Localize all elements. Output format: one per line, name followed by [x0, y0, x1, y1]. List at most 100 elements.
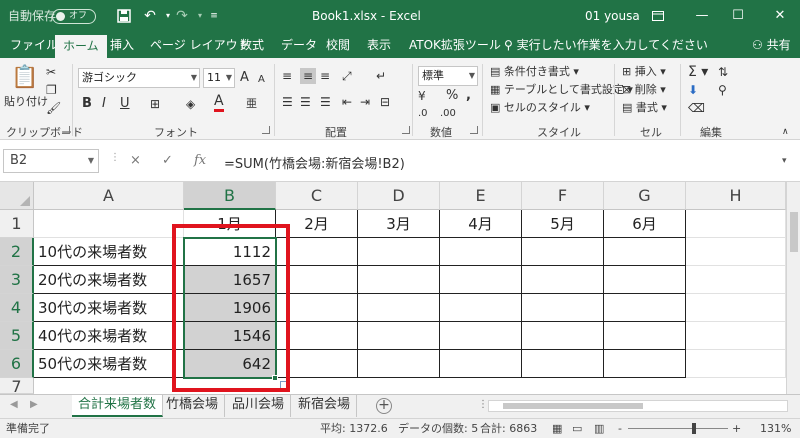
cell-e6[interactable] [440, 350, 522, 378]
indent-decrease-icon[interactable]: ⇤ [342, 94, 352, 110]
italic-button[interactable]: I [102, 96, 106, 112]
cell-b2[interactable]: 1112 [184, 238, 276, 266]
cut-icon[interactable]: ✂ [46, 64, 56, 80]
sheet-tab-takebashi[interactable]: 竹橋会場 [160, 395, 226, 417]
user-name[interactable]: 01 yousa [585, 0, 640, 32]
cell-b6[interactable]: 642 [184, 350, 276, 378]
cell-b5[interactable]: 1546 [184, 322, 276, 350]
cell-f1[interactable]: 5月 [522, 210, 604, 238]
conditional-format-button[interactable]: ▤ 条件付き書式 ▾ [490, 64, 579, 80]
cell-g4[interactable] [604, 294, 686, 322]
decrease-decimal-icon[interactable]: .00 [440, 106, 456, 122]
column-header-a[interactable]: A [34, 182, 184, 210]
undo-icon[interactable]: ↶ [140, 0, 160, 32]
cell-c6[interactable] [276, 350, 358, 378]
font-name-combo[interactable]: 游ゴシック ▼ [78, 68, 200, 88]
cell-c3[interactable] [276, 266, 358, 294]
row-header-4[interactable]: 4 [0, 294, 34, 322]
cell-d1[interactable]: 3月 [358, 210, 440, 238]
ribbon-options-icon[interactable] [638, 0, 678, 32]
zoom-slider[interactable] [628, 428, 728, 429]
paste-icon[interactable]: 📋 [10, 64, 40, 92]
vertical-scrollbar[interactable] [786, 182, 800, 394]
cell-g5[interactable] [604, 322, 686, 350]
tab-insert[interactable]: 挿入 [110, 32, 134, 58]
autosum-button[interactable]: Σ ▾ [688, 64, 708, 80]
next-sheet-icon[interactable]: ▶ [30, 399, 38, 410]
sheet-tab-total[interactable]: 合計来場者数 [72, 395, 164, 417]
column-header-e[interactable]: E [440, 182, 522, 210]
tab-atok[interactable]: ATOK拡張ツール [409, 32, 501, 58]
cell-e1[interactable]: 4月 [440, 210, 522, 238]
horizontal-scrollbar-thumb[interactable] [503, 403, 643, 409]
cell-f3[interactable] [522, 266, 604, 294]
customize-qat-icon[interactable]: ≡ [204, 0, 224, 32]
sheet-tab-shinjuku[interactable]: 新宿会場 [292, 395, 358, 417]
zoom-out-button[interactable]: - [618, 419, 622, 438]
cell-d5[interactable] [358, 322, 440, 350]
select-all-button[interactable] [0, 182, 34, 210]
align-right-icon[interactable]: ☰ [320, 94, 331, 110]
cell-h6[interactable] [686, 350, 786, 378]
cell-a2[interactable]: 10代の来場者数 [34, 238, 184, 266]
quick-analysis-icon[interactable] [280, 381, 290, 391]
formula-input[interactable]: =SUM(竹橋会場:新宿会場!B2) [224, 153, 405, 172]
add-sheet-button[interactable]: + [376, 398, 392, 414]
minimize-icon[interactable]: — [682, 0, 722, 32]
tab-home[interactable]: ホーム [55, 35, 107, 58]
format-as-table-button[interactable]: ▦ テーブルとして書式設定 ▾ [490, 82, 633, 98]
cell-h5[interactable] [686, 322, 786, 350]
redo-icon[interactable]: ↷ [172, 0, 192, 32]
cell-c1[interactable]: 2月 [276, 210, 358, 238]
cell-styles-button[interactable]: ▣ セルのスタイル ▾ [490, 100, 590, 116]
paste-label[interactable]: 貼り付け [4, 94, 48, 110]
row-header-6[interactable]: 6 [0, 350, 34, 378]
row-header-5[interactable]: 5 [0, 322, 34, 350]
wrap-text-icon[interactable]: ↵ [376, 68, 386, 84]
horizontal-scrollbar[interactable] [488, 400, 788, 412]
cell-d3[interactable] [358, 266, 440, 294]
row-header-7[interactable]: 7 [0, 378, 34, 396]
cell-g3[interactable] [604, 266, 686, 294]
vertical-scrollbar-thumb[interactable] [790, 212, 798, 252]
cell-b4[interactable]: 1906 [184, 294, 276, 322]
grow-font-button[interactable]: A [240, 70, 249, 86]
clipboard-launcher-icon[interactable] [62, 126, 70, 134]
border-icon[interactable]: ⊞ [150, 96, 160, 112]
tell-me-box[interactable]: ⚲ 実行したい作業を入力してください [504, 32, 708, 58]
tab-formulas[interactable]: 数式 [240, 32, 264, 58]
comma-button[interactable]: , [466, 88, 471, 104]
column-header-g[interactable]: G [604, 182, 686, 210]
align-left-icon[interactable]: ☰ [282, 94, 293, 110]
save-icon[interactable] [114, 0, 134, 32]
row-header-3[interactable]: 3 [0, 266, 34, 294]
font-launcher-icon[interactable] [262, 126, 270, 134]
insert-cells-button[interactable]: ⊞ 挿入 ▾ [622, 64, 666, 80]
cell-b3[interactable]: 1657 [184, 266, 276, 294]
font-size-combo[interactable]: 11 ▼ [203, 68, 235, 88]
cell-f2[interactable] [522, 238, 604, 266]
number-launcher-icon[interactable] [470, 126, 478, 134]
cell-a1[interactable] [34, 210, 184, 238]
indent-increase-icon[interactable]: ⇥ [360, 94, 370, 110]
tab-review[interactable]: 校閲 [326, 32, 350, 58]
cell-d6[interactable] [358, 350, 440, 378]
tab-data[interactable]: データ [281, 32, 317, 58]
tab-split-handle-icon[interactable]: ⋮ [478, 399, 488, 410]
align-bottom-icon[interactable]: ≡ [320, 68, 330, 84]
fill-handle[interactable] [272, 375, 278, 381]
cell-h4[interactable] [686, 294, 786, 322]
maximize-icon[interactable]: ☐ [718, 0, 758, 32]
tab-page-layout[interactable]: ページ レイアウト [150, 32, 250, 58]
autosave-toggle[interactable]: オフ [52, 9, 96, 24]
percent-button[interactable]: % [446, 88, 458, 104]
page-break-view-icon[interactable]: ▥ [594, 419, 604, 438]
cell-e2[interactable] [440, 238, 522, 266]
row-header-1[interactable]: 1 [0, 210, 34, 238]
cell-f4[interactable] [522, 294, 604, 322]
cell-h1[interactable] [686, 210, 786, 238]
clear-icon[interactable]: ⌫ [688, 100, 705, 116]
cell-c5[interactable] [276, 322, 358, 350]
delete-cells-button[interactable]: ⊠ 削除 ▾ [622, 82, 666, 98]
format-cells-button[interactable]: ▤ 書式 ▾ [622, 100, 667, 116]
